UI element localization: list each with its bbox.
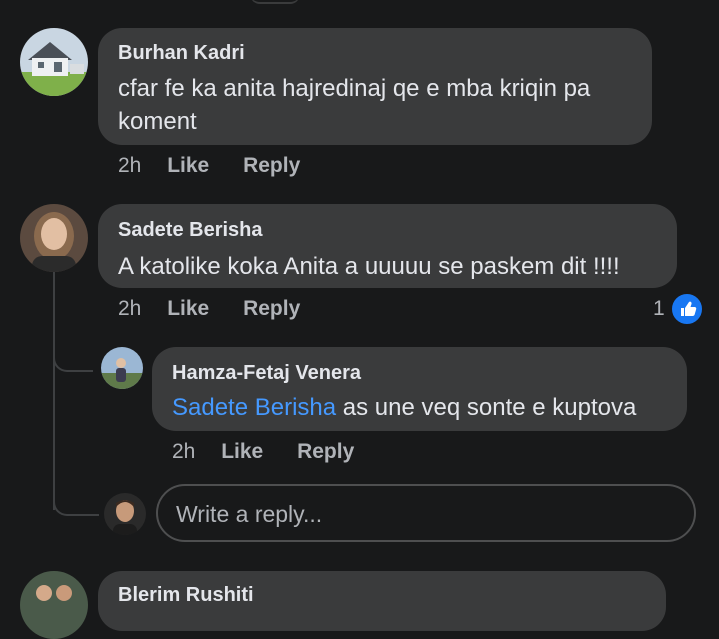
thread-line [53, 272, 55, 510]
like-button[interactable]: Like [167, 154, 209, 177]
avatar[interactable] [20, 571, 88, 639]
woman-portrait-icon [20, 204, 88, 272]
comment-actions: 2h Like Reply [118, 297, 300, 321]
thumbs-up-icon [670, 292, 704, 326]
comment-bubble: Blerim Rushiti [98, 571, 666, 631]
reply-button[interactable]: Reply [243, 297, 300, 320]
person-landscape-icon [101, 347, 143, 389]
previous-comment-fragment [250, 0, 300, 4]
comment-author[interactable]: Burhan Kadri [118, 42, 245, 65]
avatar[interactable] [101, 347, 143, 389]
comment-bubble: Burhan Kadri cfar fe ka anita hajredinaj… [98, 28, 652, 145]
reply-actions: 2h Like Reply [172, 440, 354, 464]
comment-text: cfar fe ka anita hajredinaj qe e mba kri… [118, 75, 591, 135]
reply-author[interactable]: Hamza-Fetaj Venera [172, 362, 361, 385]
reply-button[interactable]: Reply [297, 440, 354, 463]
current-user-avatar[interactable] [104, 493, 146, 535]
reply-bubble: Hamza-Fetaj Venera Sadete Berisha as une… [152, 347, 687, 431]
comment-author[interactable]: Blerim Rushiti [118, 584, 254, 607]
comment-time[interactable]: 2h [118, 154, 141, 177]
group-photo-icon [20, 571, 88, 639]
comment-text: A katolike koka Anita a uuuuu se paskem … [118, 253, 620, 280]
mention-link[interactable]: Sadete Berisha [172, 394, 336, 421]
comment-time[interactable]: 2h [118, 297, 141, 320]
comment-bubble: Sadete Berisha A katolike koka Anita a u… [98, 204, 677, 288]
reply-text: as une veq sonte e kuptova [336, 394, 637, 421]
reply-time[interactable]: 2h [172, 440, 195, 463]
comment-author[interactable]: Sadete Berisha [118, 219, 263, 242]
reply-input-placeholder: Write a reply... [176, 501, 323, 527]
reply-input-box[interactable]: Write a reply... [156, 484, 696, 542]
man-portrait-icon [104, 493, 146, 535]
reply-text-line: Sadete Berisha as une veq sonte e kuptov… [172, 391, 636, 424]
like-button[interactable]: Like [167, 297, 209, 320]
like-button[interactable]: Like [221, 440, 263, 463]
avatar[interactable] [20, 28, 88, 96]
thread-branch [53, 330, 93, 372]
reaction-count: 1 [653, 297, 665, 320]
avatar[interactable] [20, 204, 88, 272]
thread-branch [53, 478, 99, 516]
comment-actions: 2h Like Reply [118, 154, 300, 178]
reply-button[interactable]: Reply [243, 154, 300, 177]
house-photo-icon [20, 28, 88, 96]
